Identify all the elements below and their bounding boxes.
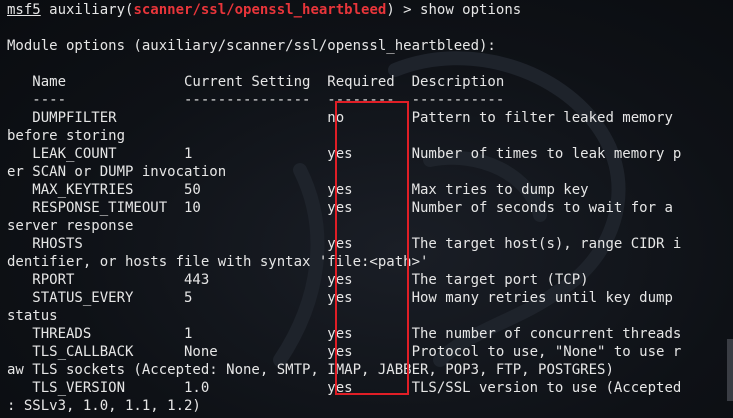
table-row: TLS_CALLBACK None yes Protocol to use, "… bbox=[7, 344, 682, 360]
command-prompt[interactable]: msf5 auxiliary(scanner/ssl/openssl_heart… bbox=[7, 1, 681, 19]
table-row-wrap: before storing bbox=[7, 128, 126, 144]
table-row-wrap: dentifier, or hosts file with syntax 'fi… bbox=[7, 254, 429, 270]
prompt-pre: auxiliary( bbox=[40, 2, 134, 18]
table-row-wrap: server response bbox=[7, 218, 134, 234]
table-row: MAX_KEYTRIES 50 yes Max tries to dump ke… bbox=[7, 182, 589, 198]
table-row-wrap: : SSLv3, 1.0, 1.1, 1.2) bbox=[7, 398, 201, 414]
scrollbar[interactable] bbox=[727, 339, 733, 401]
table-row: DUMPFILTER no Pattern to filter leaked m… bbox=[7, 110, 673, 126]
module-options-heading: Module options (auxiliary/scanner/ssl/op… bbox=[7, 38, 496, 54]
table-row: LEAK_COUNT 1 yes Number of times to leak… bbox=[7, 146, 682, 162]
prompt-module: scanner/ssl/openssl_heartbleed bbox=[133, 2, 387, 18]
table-row-wrap: aw TLS sockets (Accepted: None, SMTP, IM… bbox=[7, 362, 614, 378]
table-header-divider: ---- --------------- -------- ----------… bbox=[7, 92, 505, 108]
table-row: STATUS_EVERY 5 yes How many retries unti… bbox=[7, 290, 673, 306]
terminal-window[interactable]: msf5 auxiliary(scanner/ssl/openssl_heart… bbox=[0, 0, 733, 418]
table-row: RESPONSE_TIMEOUT 10 yes Number of second… bbox=[7, 200, 673, 216]
table-row: TLS_VERSION 1.0 yes TLS/SSL version to u… bbox=[7, 380, 682, 396]
prompt-post: ) > show options bbox=[386, 2, 522, 18]
table-row-wrap: status bbox=[7, 308, 58, 324]
table-header: Name Current Setting Required Descriptio… bbox=[7, 74, 505, 90]
prompt-msf: msf5 bbox=[7, 2, 41, 18]
table-row: RPORT 443 yes The target port (TCP) bbox=[7, 272, 589, 288]
terminal-output: msf5 auxiliary(scanner/ssl/openssl_heart… bbox=[7, 1, 681, 415]
table-row: THREADS 1 yes The number of concurrent t… bbox=[7, 326, 682, 342]
table-row-wrap: er SCAN or DUMP invocation bbox=[7, 164, 227, 180]
table-row: RHOSTS yes The target host(s), range CID… bbox=[7, 236, 682, 252]
